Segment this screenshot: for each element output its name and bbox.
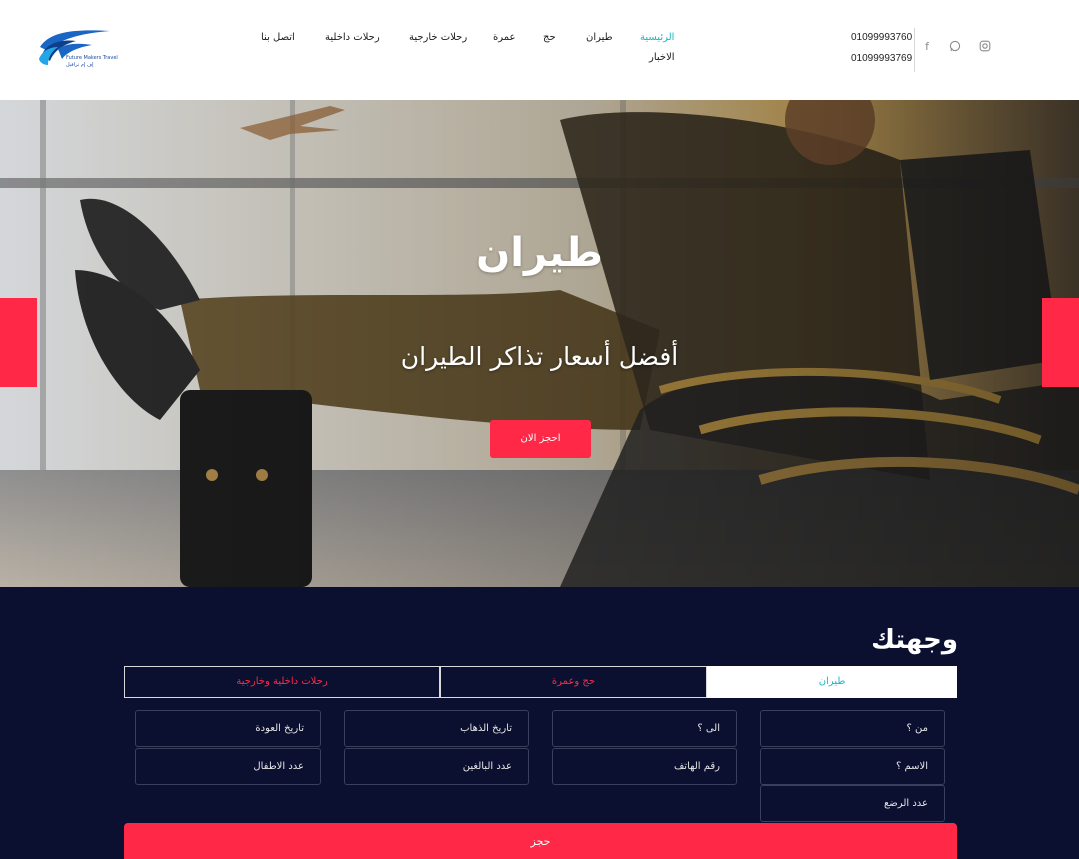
adults-count-field[interactable] bbox=[344, 748, 529, 785]
nav-contact[interactable]: اتصل بنا bbox=[261, 32, 295, 43]
instagram-icon[interactable] bbox=[978, 40, 992, 54]
nav-umrah[interactable]: عمرة bbox=[493, 32, 516, 43]
nav-hajj[interactable]: حج bbox=[543, 32, 556, 43]
children-count-field[interactable] bbox=[135, 748, 321, 785]
nav-flights[interactable]: طيران bbox=[586, 32, 613, 43]
name-field[interactable] bbox=[760, 748, 945, 785]
logo-text-ar: إف إم ترافيل bbox=[66, 62, 94, 68]
to-field[interactable] bbox=[552, 710, 737, 747]
facebook-icon[interactable]: f bbox=[920, 40, 934, 54]
departure-date-field[interactable] bbox=[344, 710, 529, 747]
return-date-field[interactable] bbox=[135, 710, 321, 747]
tab-hajj-umrah[interactable]: حج وعمرة bbox=[440, 666, 707, 698]
from-field[interactable] bbox=[760, 710, 945, 747]
nav-international-trips[interactable]: رحلات خارجية bbox=[409, 32, 467, 43]
tab-trips[interactable]: رحلات داخلية وخارجية bbox=[124, 666, 440, 698]
site-header: Future Makers Travel إف إم ترافيل الرئيس… bbox=[0, 0, 1079, 100]
nav-domestic-trips[interactable]: رحلات داخلية bbox=[325, 32, 380, 43]
tab-flights[interactable]: طيران bbox=[707, 666, 957, 698]
hero-banner: طيران أفضل أسعار تذاكر الطيران احجز الان bbox=[0, 100, 1079, 587]
header-divider bbox=[914, 28, 915, 72]
book-now-button[interactable]: احجز الان bbox=[490, 420, 591, 458]
infants-count-field[interactable] bbox=[760, 785, 945, 822]
hero-subtitle: أفضل أسعار تذاكر الطيران bbox=[400, 342, 679, 371]
phone-number-2[interactable]: 01099993769 bbox=[851, 53, 912, 64]
logo-text-en: Future Makers Travel bbox=[66, 55, 118, 61]
hero-title: طيران bbox=[476, 230, 603, 276]
whatsapp-icon[interactable] bbox=[948, 40, 962, 54]
booking-title: وجهتك bbox=[871, 625, 958, 655]
nav-news[interactable]: الاخبار bbox=[649, 52, 675, 63]
submit-booking-button[interactable]: حجز bbox=[124, 823, 957, 859]
phone-field[interactable] bbox=[552, 748, 737, 785]
phone-number-1[interactable]: 01099993760 bbox=[851, 32, 912, 43]
nav-home[interactable]: الرئيسية bbox=[640, 32, 674, 43]
